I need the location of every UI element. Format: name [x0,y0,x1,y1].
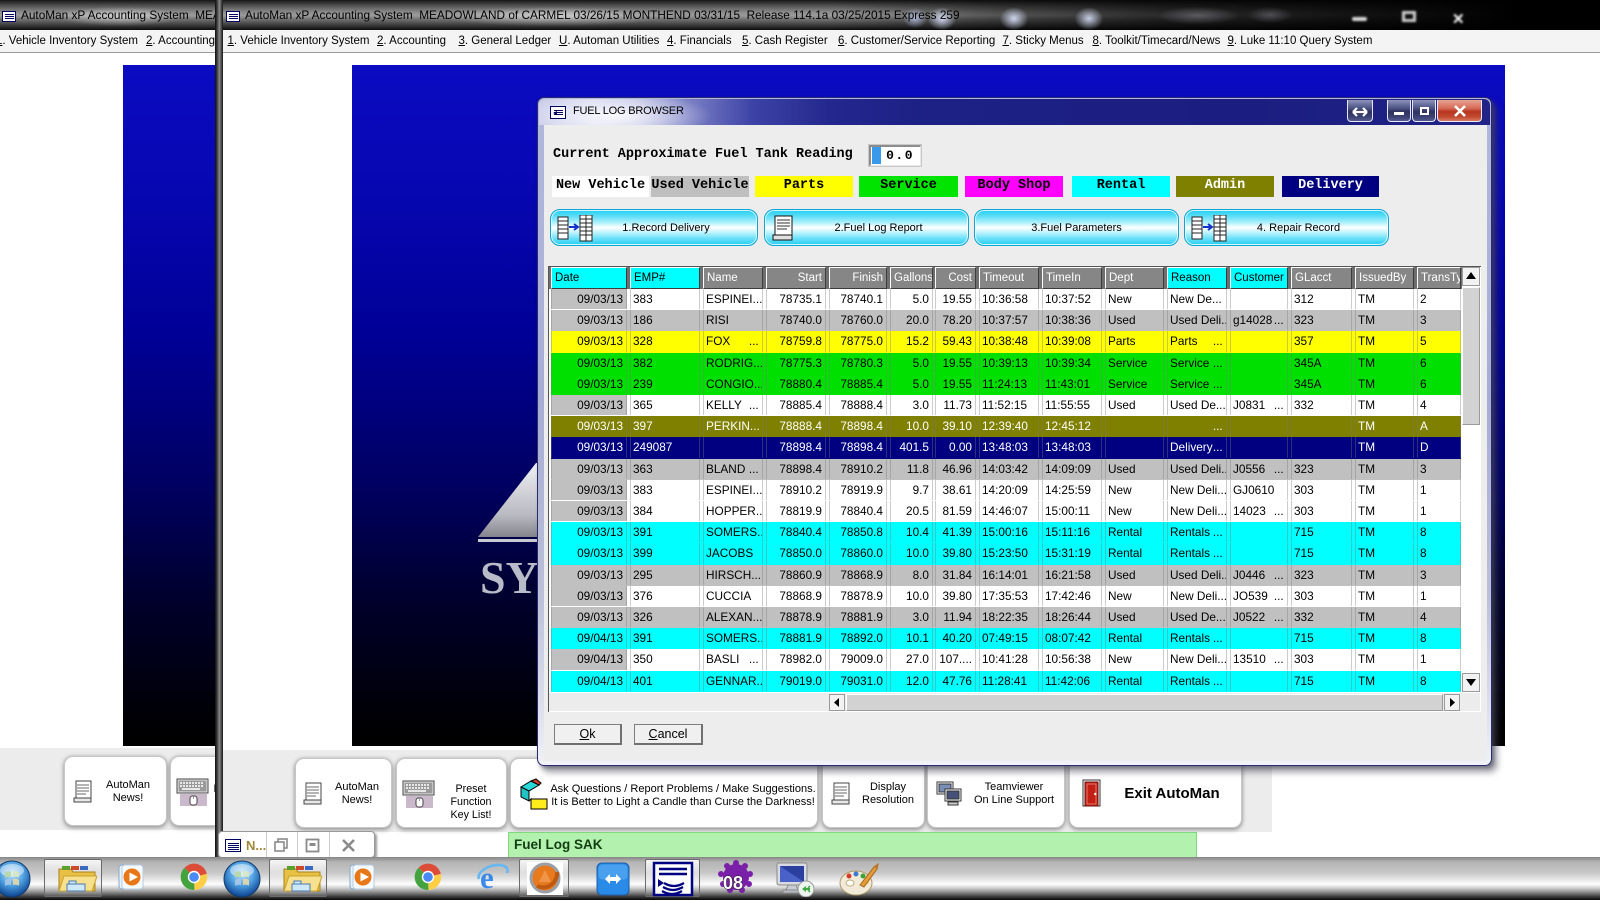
svg-text:08: 08 [723,873,743,893]
svg-text:SY: SY [480,552,539,603]
